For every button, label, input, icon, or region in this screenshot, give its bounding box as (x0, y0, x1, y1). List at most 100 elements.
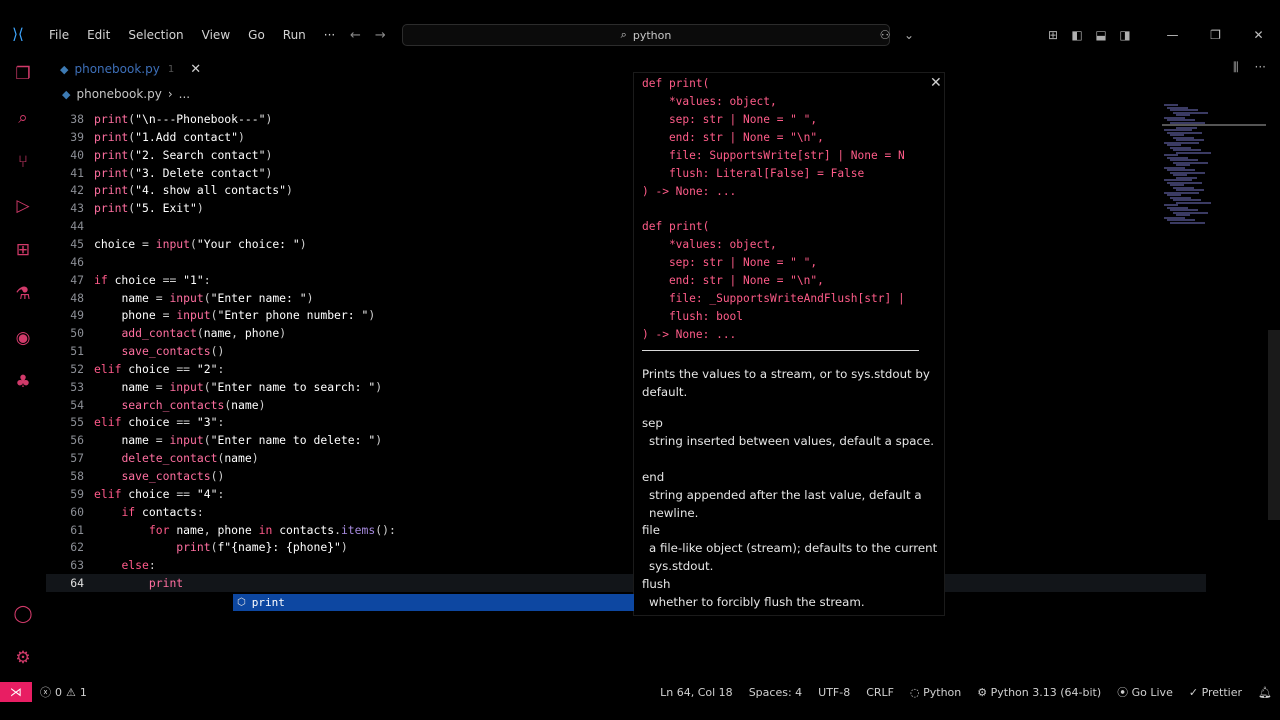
code-token: , (231, 326, 245, 341)
chevron-down-icon[interactable]: ⌄ (897, 28, 921, 42)
editor-scrollbar[interactable] (1268, 330, 1280, 520)
code-line[interactable]: 40 print("2. Search contact") (46, 146, 1206, 164)
code-token: elif (94, 486, 129, 501)
copilot-icon[interactable]: ⚇ (873, 28, 897, 42)
menu-run[interactable]: Run (274, 18, 315, 52)
tab-phonebook[interactable]: ◆ phonebook.py 1 ✕ (54, 56, 234, 82)
account-icon[interactable]: ◯ (11, 602, 35, 626)
code-token: "\n---Phonebook---" (135, 112, 266, 126)
more-actions-icon[interactable]: ··· (1255, 60, 1266, 75)
code-line[interactable]: 59 elif choice == "4": (46, 485, 1206, 503)
code-line[interactable]: 51 save_contacts() (46, 342, 1206, 360)
code-line[interactable]: 48 name = input("Enter name: ") (46, 289, 1206, 307)
code-token: elif (94, 361, 129, 376)
code-token: choice (128, 361, 177, 376)
close-icon[interactable]: ✕ (930, 75, 942, 91)
go-live-button[interactable]: ⦿ Go Live (1109, 684, 1181, 700)
notifications-bell-icon[interactable]: 🔔︎ (1250, 686, 1280, 699)
code-line[interactable]: 58 save_contacts() (46, 467, 1206, 485)
encoding[interactable]: UTF-8 (810, 686, 858, 699)
tab-label: phonebook.py (74, 62, 160, 76)
python-env-icon[interactable]: ♣ (11, 370, 35, 394)
code-line[interactable]: 60 if contacts: (46, 503, 1206, 521)
breadcrumb-more[interactable]: ... (179, 87, 190, 101)
code-line[interactable]: 56 name = input("Enter name to delete: "… (46, 431, 1206, 449)
menu-edit[interactable]: Edit (78, 18, 119, 52)
code-line[interactable]: 38 print("\n---Phonebook---") (46, 110, 1206, 128)
menu-selection[interactable]: Selection (119, 18, 192, 52)
code-line[interactable]: 52 elif choice == "2": (46, 360, 1206, 378)
code-line[interactable]: 44 (46, 217, 1206, 235)
code-line[interactable]: 39 print("1.Add contact") (46, 128, 1206, 146)
code-line[interactable]: 43 print("5. Exit") (46, 199, 1206, 217)
problems-indicator[interactable]: ⓧ 0 ⚠ 1 (40, 682, 87, 702)
breadcrumb-file[interactable]: phonebook.py (76, 87, 161, 101)
code-token: = (155, 379, 170, 394)
code-line[interactable]: 63 else: (46, 556, 1206, 574)
code-line[interactable]: 55 elif choice == "3": (46, 413, 1206, 431)
code-line[interactable]: 64 print (46, 574, 1206, 593)
code-token: ( (203, 290, 211, 305)
indentation[interactable]: Spaces: 4 (741, 686, 810, 699)
restore-icon[interactable]: ❐ (1194, 28, 1237, 42)
python-interpreter[interactable]: ⚙ Python 3.13 (64-bit) (969, 686, 1109, 699)
code-line[interactable]: 54 search_contacts(name) (46, 396, 1206, 414)
line-number: 64 (70, 576, 84, 591)
code-token: ( (203, 433, 211, 448)
toggle-sidebar-icon[interactable]: ◧ (1065, 28, 1089, 42)
code-token: == (176, 486, 197, 501)
code-line[interactable]: 47 if choice == "1": (46, 271, 1206, 289)
status-bar-right: Ln 64, Col 18 Spaces: 4 UTF-8 CRLF ◌ Pyt… (652, 682, 1280, 702)
search-icon[interactable]: ⌕ (11, 106, 35, 130)
code-line[interactable]: 57 delete_contact(name) (46, 449, 1206, 467)
customize-layout-icon[interactable]: ⊞ (1041, 28, 1065, 42)
extensions-icon[interactable]: ⊞ (11, 238, 35, 262)
close-window-icon[interactable]: ✕ (1237, 28, 1280, 42)
menu-go[interactable]: Go (239, 18, 274, 52)
minimize-icon[interactable]: — (1151, 28, 1194, 42)
command-center[interactable]: ⌕ python (402, 24, 890, 46)
split-editor-icon[interactable]: ⫼ (1233, 60, 1239, 75)
toggle-secondary-sidebar-icon[interactable]: ◨ (1113, 28, 1137, 42)
prettier-button[interactable]: ✓ Prettier (1181, 686, 1250, 699)
nav-arrows: ← → (350, 18, 386, 52)
suggestion-item-print[interactable]: ⬡ print (233, 594, 634, 611)
menu-view[interactable]: View (193, 18, 239, 52)
code-line[interactable]: 49 phone = input("Enter phone number: ") (46, 306, 1206, 324)
code-line[interactable]: 45 choice = input("Your choice: ") (46, 235, 1206, 253)
cursor-position[interactable]: Ln 64, Col 18 (652, 686, 741, 699)
code-line[interactable]: 62 print(f"{name}: {phone}") (46, 538, 1206, 556)
minimap[interactable] (1160, 100, 1270, 230)
code-line[interactable]: 50 add_contact(name, phone) (46, 324, 1206, 342)
line-number: 49 (70, 308, 84, 323)
line-ending[interactable]: CRLF (858, 686, 902, 699)
param-name: flush (642, 577, 671, 591)
code-line[interactable]: 61 for name, phone in contacts.items(): (46, 521, 1206, 539)
code-token: ( (196, 326, 204, 341)
menu-file[interactable]: File (40, 18, 78, 52)
toggle-panel-icon[interactable]: ⬓ (1089, 28, 1113, 42)
code-line[interactable]: 41 print("3. Delete contact") (46, 164, 1206, 182)
remote-indicator-icon[interactable]: ⋊ (0, 682, 32, 702)
copilot-chat-icon[interactable]: ◉ (11, 326, 35, 350)
menu-more[interactable]: ··· (315, 18, 344, 52)
explorer-icon[interactable]: ❐ (11, 62, 35, 86)
close-icon[interactable]: ✕ (190, 62, 201, 77)
arrow-left-icon[interactable]: ← (350, 28, 361, 43)
code-line[interactable]: 42 print("4. show all contacts") (46, 181, 1206, 199)
run-debug-icon[interactable]: ▷ (11, 194, 35, 218)
language-mode[interactable]: ◌ Python (902, 686, 969, 699)
code-line[interactable]: 53 name = input("Enter name to search: "… (46, 378, 1206, 396)
testing-icon[interactable]: ⚗ (11, 282, 35, 306)
line-number: 39 (70, 129, 84, 144)
code-line[interactable]: 46 (46, 253, 1206, 271)
source-control-icon[interactable]: ⑂ (11, 150, 35, 174)
settings-gear-icon[interactable]: ⚙ (11, 646, 35, 670)
code-token: ) (265, 147, 273, 162)
arrow-right-icon[interactable]: → (375, 28, 386, 43)
code-token: choice (128, 415, 177, 430)
code-token: : (217, 415, 225, 430)
